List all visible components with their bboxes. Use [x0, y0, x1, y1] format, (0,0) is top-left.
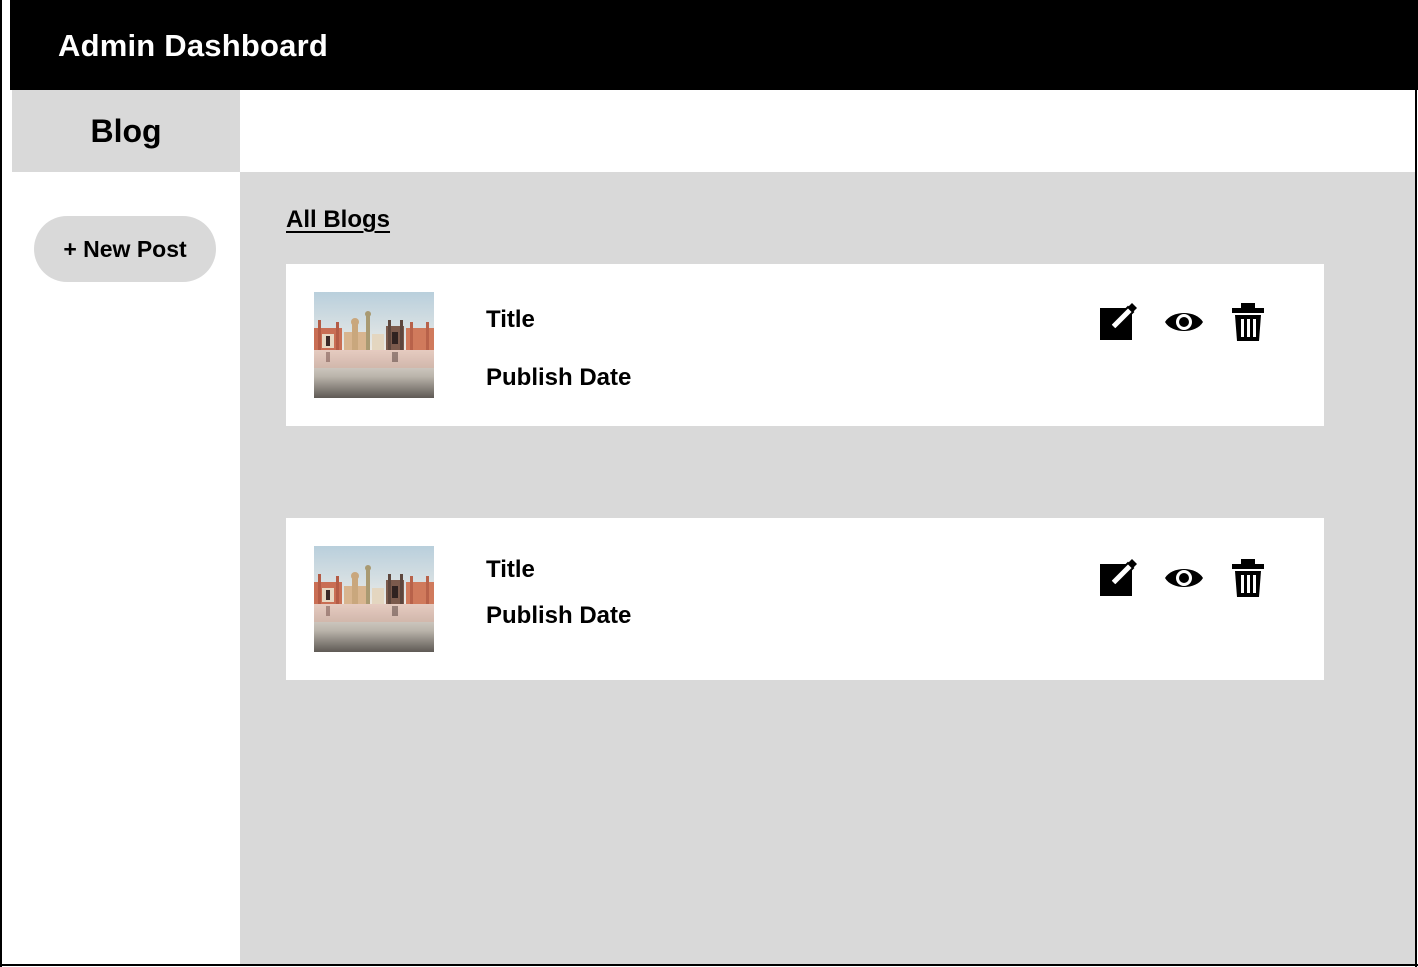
all-blogs-link[interactable]: All Blogs: [286, 206, 390, 234]
view-icon[interactable]: [1162, 300, 1206, 344]
sidebar-tab-label: Blog: [90, 113, 162, 149]
cityscape-image: [314, 292, 434, 398]
main-content: All Blogs Title Publish Date Title Publi…: [240, 172, 1416, 965]
edit-icon[interactable]: [1098, 300, 1142, 344]
frame-border-right: [1415, 90, 1417, 967]
post-actions: [1098, 300, 1268, 344]
view-icon[interactable]: [1162, 556, 1206, 600]
sidebar-tab-blog[interactable]: Blog: [12, 90, 240, 172]
edit-icon[interactable]: [1098, 556, 1142, 600]
cityscape-image: [314, 546, 434, 652]
post-actions: [1098, 556, 1268, 600]
post-publish-date: Publish Date: [486, 364, 632, 391]
post-title: Title: [486, 556, 535, 583]
frame-border-left: [0, 0, 2, 967]
blog-post-card: Title Publish Date: [286, 518, 1324, 680]
header-bar: Admin Dashboard: [10, 0, 1418, 90]
delete-icon[interactable]: [1226, 556, 1270, 600]
post-thumbnail: [314, 546, 434, 652]
post-thumbnail: [314, 292, 434, 398]
frame-border-bottom: [0, 964, 1418, 966]
app-window: Admin Dashboard Blog + New Post All Blog…: [0, 0, 1418, 967]
new-post-button[interactable]: + New Post: [34, 216, 216, 282]
delete-icon[interactable]: [1226, 300, 1270, 344]
post-title: Title: [486, 306, 535, 333]
app-title: Admin Dashboard: [58, 28, 328, 63]
post-publish-date: Publish Date: [486, 602, 632, 629]
blog-post-card: Title Publish Date: [286, 264, 1324, 426]
